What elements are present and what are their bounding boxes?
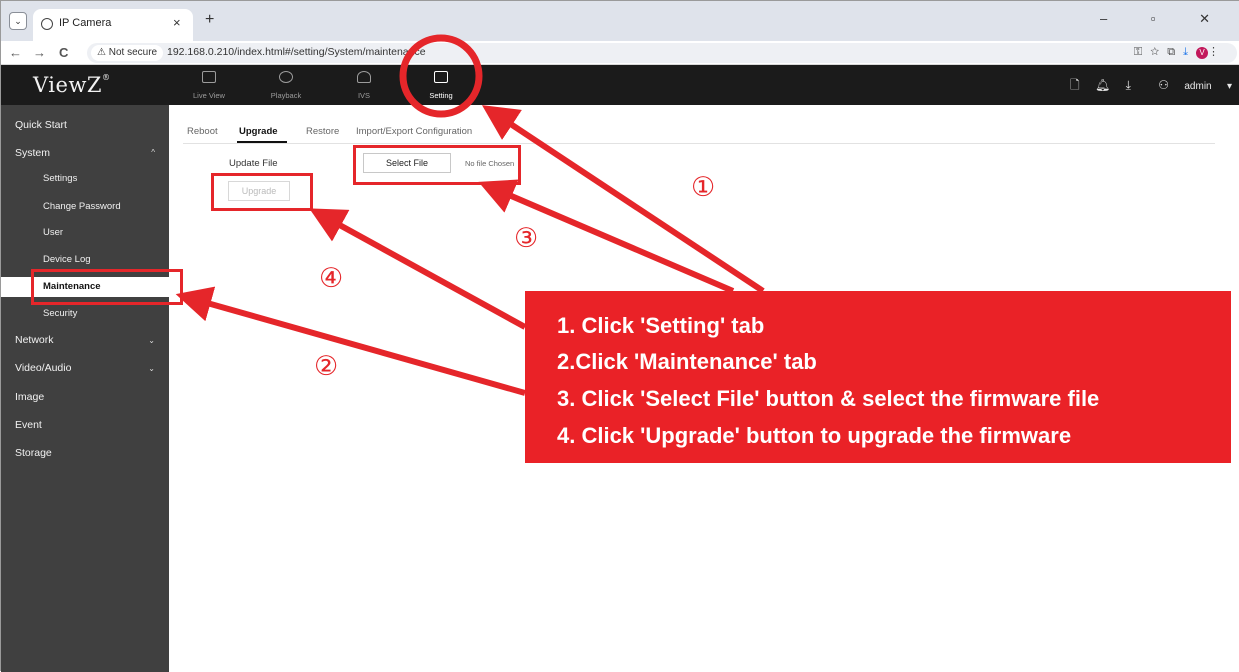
app-header: ViewZ® Live View Playback IVS Setting 🗋 … <box>1 65 1239 105</box>
tab-restore[interactable]: Restore <box>306 126 339 137</box>
upgrade-button[interactable]: Upgrade <box>228 181 290 201</box>
nav-live-view[interactable]: Live View <box>189 65 229 105</box>
browser-tab[interactable]: IP Camera × <box>33 9 193 41</box>
sidebar-item-video-audio[interactable]: Video/Audio ⌄ <box>15 362 169 374</box>
omnibox[interactable]: ⚠ Not secure 192.168.0.210/index.html#/s… <box>87 43 1237 63</box>
live-view-icon <box>202 71 216 83</box>
viewz-logo: ViewZ® <box>33 73 111 97</box>
no-file-chosen-text: No file Chosen <box>465 159 515 168</box>
tab-title: IP Camera <box>59 17 112 29</box>
tab-reboot[interactable]: Reboot <box>187 126 218 137</box>
file-settings-icon[interactable]: 🗋 <box>1070 78 1080 92</box>
sidebar-item-image[interactable]: Image <box>15 391 183 403</box>
sidebar-item-maintenance[interactable]: Maintenance <box>1 277 169 297</box>
chevron-down-icon: ⌄ <box>148 364 155 373</box>
sidebar-item-network[interactable]: Network ⌄ <box>15 334 169 346</box>
nav-playback[interactable]: Playback <box>264 65 308 105</box>
extensions-icon[interactable]: ⧉ <box>1167 46 1183 58</box>
new-tab-button[interactable]: + <box>205 11 214 29</box>
update-file-label: Update File <box>229 158 278 169</box>
sidebar-item-event[interactable]: Event <box>15 419 183 431</box>
tab-upgrade[interactable]: Upgrade <box>239 126 278 137</box>
download-icon[interactable]: ⤓ <box>1126 78 1131 92</box>
setting-icon <box>434 71 448 83</box>
tab-import-export-configuration[interactable]: Import/Export Configuration <box>356 126 472 137</box>
ivs-icon <box>357 71 371 83</box>
sidebar-item-settings[interactable]: Settings <box>1 173 169 184</box>
address-bar: ← → C ⚠ Not secure 192.168.0.210/index.h… <box>1 41 1239 65</box>
sidebar-item-user[interactable]: User <box>1 227 169 238</box>
url-text[interactable]: 192.168.0.210/index.html#/setting/System… <box>167 46 426 58</box>
reload-button[interactable]: C <box>59 45 68 60</box>
chevron-up-icon: ^ <box>151 148 155 157</box>
user-menu[interactable]: ⚇ admin ▾ <box>1146 78 1232 92</box>
sidebar-item-change-password[interactable]: Change Password <box>1 201 169 212</box>
tab-close-button[interactable]: × <box>173 15 181 30</box>
playback-icon <box>279 71 293 83</box>
screenshot-frame: ⌄ IP Camera × + – ▫ ✕ ← → C ⚠ Not secure… <box>0 0 1239 672</box>
profile-avatar[interactable]: V <box>1196 47 1208 59</box>
caret-down-icon: ▾ <box>1226 81 1232 92</box>
forward-button[interactable]: → <box>33 45 46 60</box>
sidebar-item-device-log[interactable]: Device Log <box>1 254 169 265</box>
browser-tab-strip: ⌄ IP Camera × + – ▫ ✕ <box>1 1 1239 41</box>
tabs-divider <box>183 143 1215 144</box>
globe-icon <box>41 18 53 30</box>
main-content: Reboot Upgrade Restore Import/Export Con… <box>169 105 1239 672</box>
user-icon: ⚇ <box>1158 78 1170 92</box>
nav-setting[interactable]: Setting <box>423 65 459 105</box>
download-icon[interactable]: ⤓ <box>1183 46 1196 58</box>
key-icon[interactable]: ⚿ <box>1134 46 1150 58</box>
select-file-button[interactable]: Select File <box>363 153 451 173</box>
kebab-menu-icon[interactable]: ⋮ <box>1208 46 1227 58</box>
header-actions: 🗋 🔔︎ ⤓ ⚇ admin ▾ <box>1058 76 1232 97</box>
chevron-down-icon: ⌄ <box>148 336 155 345</box>
browser-toolbar-icons[interactable]: ⚿☆⧉⤓ V ⋮ <box>1134 45 1227 59</box>
back-button[interactable]: ← <box>9 45 22 60</box>
star-icon[interactable]: ☆ <box>1150 46 1167 58</box>
sidebar-item-storage[interactable]: Storage <box>15 447 183 459</box>
bell-icon[interactable]: 🔔︎ <box>1095 78 1110 92</box>
sidebar-item-system[interactable]: System ^ <box>15 147 169 159</box>
nav-ivs[interactable]: IVS <box>350 65 378 105</box>
sidebar-item-security[interactable]: Security <box>1 308 169 319</box>
sidebar-item-quick-start[interactable]: Quick Start <box>15 119 183 131</box>
window-controls[interactable]: – ▫ ✕ <box>1100 11 1230 27</box>
sidebar: Quick Start System ^ Settings Change Pass… <box>1 105 169 672</box>
tab-search-button[interactable]: ⌄ <box>9 12 27 30</box>
not-secure-chip[interactable]: ⚠ Not secure <box>91 45 164 61</box>
